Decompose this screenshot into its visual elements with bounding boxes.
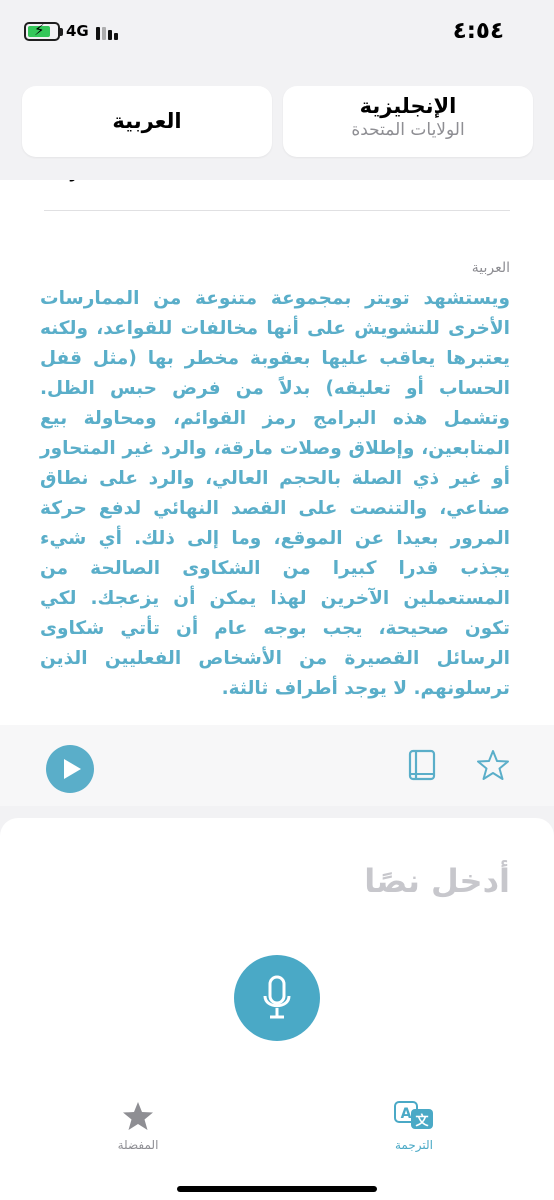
book-icon[interactable] — [408, 749, 436, 781]
target-language-name: العربية — [112, 109, 182, 133]
play-button[interactable] — [46, 745, 94, 793]
text-input[interactable]: أدخل نصًا — [364, 862, 510, 900]
source-language-button[interactable]: الإنجليزية الولايات المتحدة — [283, 86, 533, 157]
tab-favorites-label: المفضلة — [117, 1138, 159, 1152]
battery-tip — [60, 28, 63, 36]
source-language-name: الإنجليزية — [359, 94, 457, 118]
tab-translate[interactable]: A 文 الترجمة — [369, 1100, 459, 1152]
translate-icon: A 文 — [394, 1101, 433, 1129]
source-text[interactable]: “bystander”. — [44, 180, 514, 188]
tab-favorites[interactable]: المفضلة — [93, 1100, 183, 1152]
battery-icon: ⚡ — [24, 21, 60, 41]
network-type: 4G — [66, 22, 89, 40]
divider — [44, 210, 510, 211]
microphone-button[interactable] — [234, 955, 320, 1041]
microphone-icon — [263, 975, 291, 1019]
translation-card[interactable]: “bystander”. العربية ويستشهد تويتر بمجمو… — [0, 180, 554, 806]
signal-icon — [96, 25, 120, 40]
translation-toolbar — [0, 725, 554, 806]
svg-text:文: 文 — [415, 1113, 429, 1129]
star-outline-icon[interactable] — [476, 749, 510, 781]
target-language-button[interactable]: العربية — [22, 86, 272, 157]
star-filled-icon — [123, 1102, 153, 1130]
translated-text[interactable]: ويستشهد تويتر بمجموعة متنوعة من الممارسا… — [40, 284, 510, 764]
target-language-label: العربية — [471, 260, 510, 276]
play-icon — [64, 759, 81, 779]
status-bar: ⚡ 4G ٤:٥٤ — [0, 0, 554, 64]
status-time: ٤:٥٤ — [452, 18, 504, 44]
home-indicator[interactable] — [177, 1186, 377, 1192]
tab-bar: المفضلة A 文 الترجمة — [0, 1100, 554, 1200]
tab-translate-label: الترجمة — [394, 1138, 434, 1152]
svg-text:A: A — [401, 1106, 412, 1122]
source-language-region: الولايات المتحدة — [351, 120, 465, 140]
